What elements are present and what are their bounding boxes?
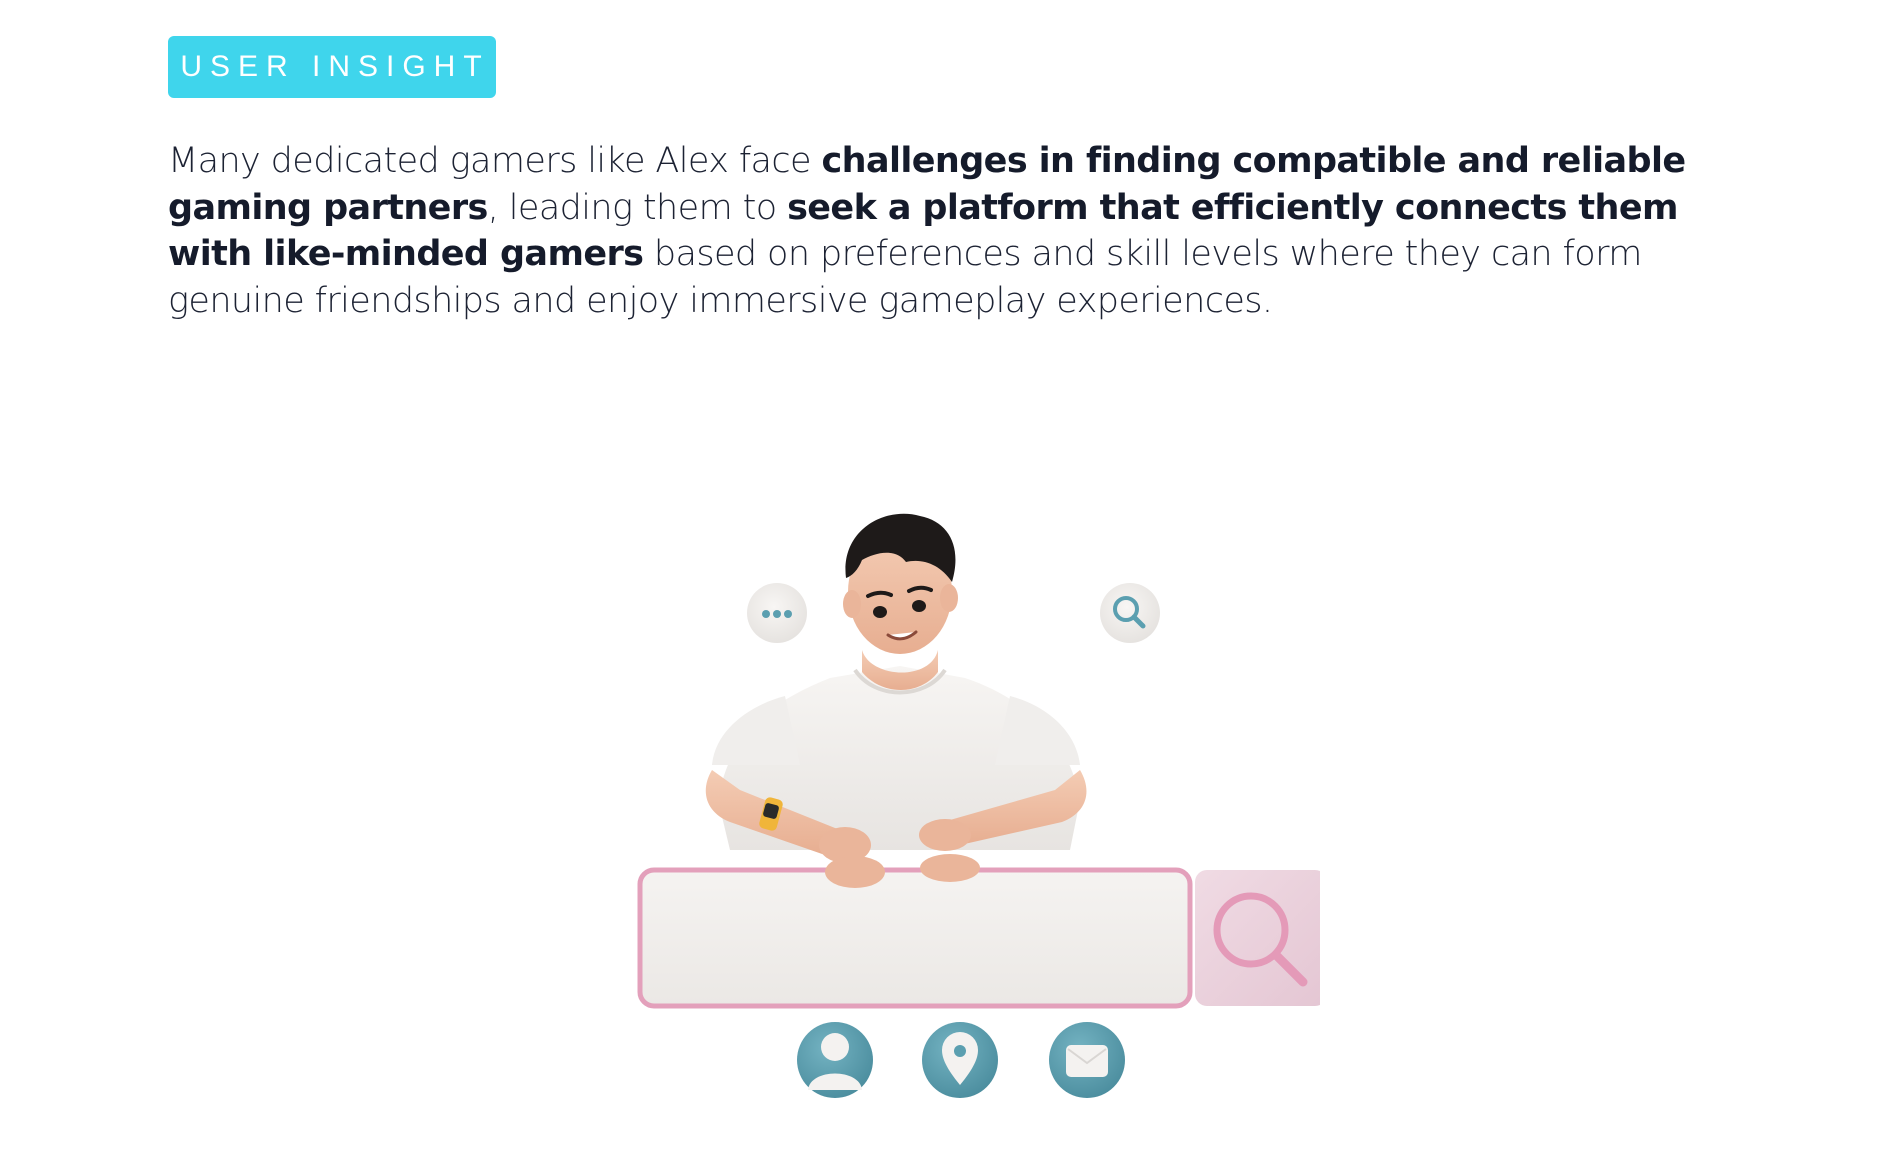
- user-circle: [797, 1022, 873, 1098]
- insight-text-2: , leading them to: [487, 187, 788, 228]
- chat-bubble: [747, 583, 807, 643]
- mail-icon: [1066, 1045, 1108, 1077]
- character-search-illustration: [637, 513, 1320, 1098]
- location-circle: [922, 1022, 998, 1098]
- mail-circle: [1049, 1022, 1125, 1098]
- user-insight-badge: USER INSIGHT: [168, 36, 496, 98]
- badge-label: USER INSIGHT: [180, 50, 490, 83]
- more-dots-icon: [762, 610, 792, 618]
- insight-text-1: Many dedicated gamers like Alex face: [168, 141, 822, 181]
- insight-paragraph: Many dedicated gamers like Alex face cha…: [168, 138, 1728, 324]
- search-button-graphic: [1195, 870, 1320, 1006]
- search-bubble: [1100, 583, 1160, 643]
- character: [705, 513, 1087, 863]
- search-box-graphic: [637, 867, 1193, 1009]
